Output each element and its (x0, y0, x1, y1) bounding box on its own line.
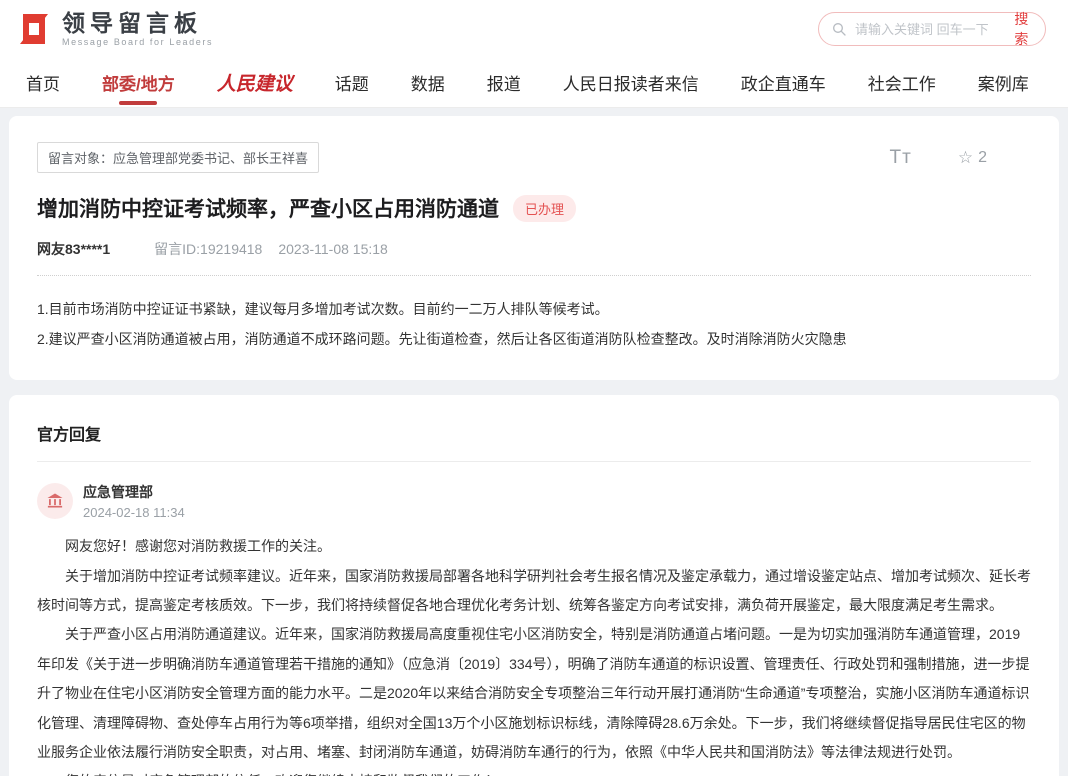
government-building-icon (46, 492, 64, 510)
page-content: 留言对象：应急管理部党委书记、部长王祥喜 Tᴛ ☆ 2 增加消防中控证考试频率，… (0, 108, 1068, 776)
message-body: 1.目前市场消防中控证证书紧缺，建议每月多增加考试次数。目前约一二万人排队等候考… (37, 294, 1031, 354)
dotted-divider (37, 275, 1031, 276)
message-id: 留言ID:19219418 (154, 239, 262, 259)
reply-paragraph: 网友您好！感谢您对消防救援工作的关注。 (37, 532, 1031, 561)
logo-mark-icon (14, 9, 54, 49)
reply-divider (37, 461, 1031, 462)
nav-item-reader-letters[interactable]: 人民日报读者来信 (563, 58, 699, 107)
nav-item-gov-biz-express[interactable]: 政企直通车 (741, 58, 826, 107)
official-reply-card: 官方回复 应急管理部 2024-02-18 11:34 网友您好！感谢您对消防救… (9, 395, 1059, 776)
star-icon: ☆ (958, 148, 973, 168)
reply-paragraph: 关于严查小区占用消防通道建议。近年来，国家消防救援局高度重视住宅小区消防安全，特… (37, 620, 1031, 767)
nav-item-topics[interactable]: 话题 (335, 58, 369, 107)
message-target-tag: 留言对象：应急管理部党委书记、部长王祥喜 (37, 142, 319, 173)
star-button[interactable]: ☆ 2 (958, 148, 987, 168)
star-count: 2 (978, 149, 987, 167)
nav-item-home[interactable]: 首页 (26, 58, 60, 107)
site-title: 领导留言板 (62, 11, 213, 35)
nav-item-case-library[interactable]: 案例库 (978, 58, 1029, 107)
nav-item-peoples-suggestions[interactable]: 人民建议 (217, 57, 293, 108)
reply-date: 2024-02-18 11:34 (83, 505, 185, 520)
nav-item-reports[interactable]: 报道 (487, 58, 521, 107)
message-date: 2023-11-08 15:18 (278, 241, 388, 257)
reply-agency-name: 应急管理部 (83, 482, 185, 502)
nav-item-data[interactable]: 数据 (411, 58, 445, 107)
site-logo[interactable]: 领导留言板 Message Board for Leaders (14, 9, 213, 49)
reply-section-title: 官方回复 (37, 421, 1031, 461)
message-title: 增加消防中控证考试频率，严查小区占用消防通道 (37, 193, 499, 223)
search-box[interactable]: 搜索 (818, 12, 1046, 46)
active-tab-underline (119, 101, 157, 105)
search-icon (831, 21, 847, 37)
reply-body: 网友您好！感谢您对消防救援工作的关注。 关于增加消防中控证考试频率建议。近年来，… (37, 532, 1031, 776)
site-subtitle: Message Board for Leaders (62, 38, 213, 47)
message-author: 网友83****1 (37, 239, 110, 259)
header: 领导留言板 Message Board for Leaders 搜索 (0, 0, 1068, 58)
reply-paragraph: 关于增加消防中控证考试频率建议。近年来，国家消防救援局部署各地科学研判社会考生报… (37, 562, 1031, 621)
agency-avatar (37, 483, 73, 519)
main-nav: 首页 部委/地方 人民建议 话题 数据 报道 人民日报读者来信 政企直通车 社会… (0, 58, 1068, 108)
search-button[interactable]: 搜索 (1010, 9, 1033, 49)
message-card: 留言对象：应急管理部党委书记、部长王祥喜 Tᴛ ☆ 2 增加消防中控证考试频率，… (9, 116, 1059, 380)
search-input[interactable] (855, 22, 1002, 37)
nav-item-ministries-local[interactable]: 部委/地方 (102, 58, 175, 107)
nav-item-label: 部委/地方 (102, 75, 175, 94)
nav-item-social-work[interactable]: 社会工作 (868, 58, 936, 107)
font-size-toggle[interactable]: Tᴛ (890, 147, 912, 169)
reply-paragraph: 您的来信是对应急管理部的信任，欢迎您继续支持和监督我们的工作！ (37, 767, 1031, 776)
status-badge: 已办理 (513, 195, 576, 222)
message-paragraph: 1.目前市场消防中控证证书紧缺，建议每月多增加考试次数。目前约一二万人排队等候考… (37, 294, 1031, 324)
message-paragraph: 2.建议严查小区消防通道被占用，消防通道不成环路问题。先让街道检查，然后让各区街… (37, 324, 1031, 354)
